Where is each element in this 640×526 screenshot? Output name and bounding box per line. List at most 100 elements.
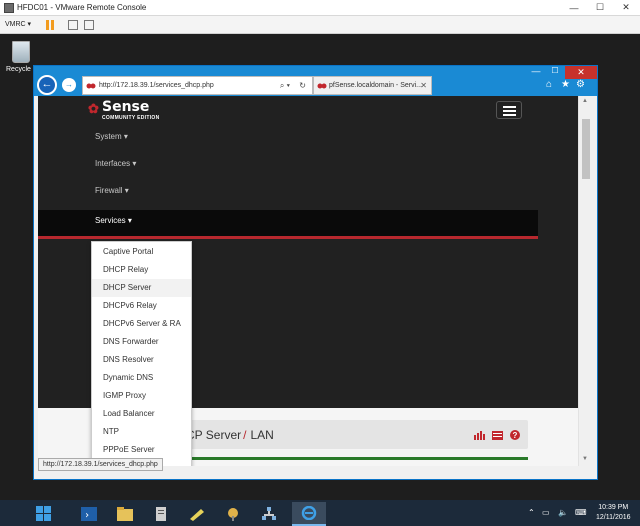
header-icons: ?: [473, 430, 520, 442]
nav-services-row: Services ▾: [38, 210, 538, 236]
settings-icon[interactable]: ⚙: [576, 79, 585, 90]
back-button[interactable]: ←: [37, 75, 57, 95]
svg-text:›: ›: [84, 510, 90, 521]
pfsense-logo-mark-icon: ✿: [88, 101, 99, 116]
favorites-icon[interactable]: ★: [561, 79, 570, 90]
nav-interfaces[interactable]: Interfaces ▾: [95, 159, 136, 168]
clock-time: 10:39 PM: [598, 504, 629, 511]
tray-keyboard-icon[interactable]: ⌨: [575, 508, 587, 517]
nav-services[interactable]: Services ▾: [95, 216, 132, 225]
status-green-bar: [138, 457, 528, 460]
powershell-icon: ›: [81, 507, 97, 521]
browser-chrome: — ☐ ✕ ← → http://172.18.39.1/services_dh…: [34, 66, 597, 96]
breadcrumb: CP Server / LAN: [186, 428, 274, 442]
nav-firewall[interactable]: Firewall ▾: [95, 186, 129, 195]
taskbar-powershell[interactable]: ›: [72, 502, 106, 526]
taskbar-file-explorer[interactable]: [108, 502, 142, 526]
taskbar-clock[interactable]: 10:39 PM 12/11/2016: [596, 503, 631, 523]
services-dropdown-menu: Captive Portal DHCP Relay DHCP Server DH…: [91, 241, 192, 466]
logo-text: Sense: [102, 99, 150, 115]
breadcrumb-services-dhcp[interactable]: CP Server: [186, 428, 241, 442]
forward-button[interactable]: →: [62, 78, 76, 92]
tray-chevron-icon[interactable]: ⌃: [528, 508, 535, 517]
menu-item-dhcpv6-relay[interactable]: DHCPv6 Relay: [92, 297, 191, 315]
page-viewport: ✿ Sense COMMUNITY EDITION System ▾ Inter…: [38, 96, 578, 466]
browser-maximize-button[interactable]: ☐: [546, 66, 564, 79]
vmrc-close-button[interactable]: ✕: [612, 0, 640, 15]
browser-close-button[interactable]: ✕: [565, 66, 597, 79]
breadcrumb-separator: /: [243, 428, 247, 442]
menu-item-dynamic-dns[interactable]: Dynamic DNS: [92, 369, 191, 387]
fullscreen-icon[interactable]: [84, 20, 94, 30]
menu-item-ntp[interactable]: NTP: [92, 423, 191, 441]
recycle-bin-shortcut[interactable]: Recycle B: [6, 41, 38, 73]
tab-title: pfSense.localdomain - Servi...: [329, 82, 422, 89]
vmrc-minimize-button[interactable]: —: [560, 0, 588, 15]
log-table-icon[interactable]: [491, 431, 503, 440]
tray-volume-icon[interactable]: 🔈: [558, 508, 568, 517]
menu-item-load-balancer[interactable]: Load Balancer: [92, 405, 191, 423]
folder-icon: [117, 507, 133, 521]
start-button-icon[interactable]: [36, 506, 52, 522]
logo-subtitle: COMMUNITY EDITION: [102, 115, 160, 121]
help-icon[interactable]: ?: [510, 430, 520, 440]
vmrc-menu-button[interactable]: VMRC ▾: [5, 20, 31, 28]
server-manager-icon: [156, 507, 166, 521]
vmrc-toolbar: VMRC ▾: [0, 16, 640, 34]
new-tab-button[interactable]: [432, 76, 454, 95]
vmrc-app-icon: [4, 3, 14, 13]
network-icon: [262, 507, 276, 520]
svg-text:?: ?: [513, 431, 518, 440]
vmrc-titlebar: HFDC01 - VMware Remote Console — ☐ ✕: [0, 0, 640, 16]
page-header-panel: CP Server / LAN ?: [138, 420, 528, 449]
recycle-bin-icon: [12, 41, 30, 63]
search-dropdown-icon[interactable]: ⌕ ▾: [280, 81, 290, 91]
internet-explorer-icon: [301, 506, 317, 520]
taskbar-network[interactable]: [252, 502, 286, 526]
taskbar-server-manager[interactable]: [144, 502, 178, 526]
clock-date: 12/11/2016: [596, 514, 631, 521]
tool-icon: [228, 508, 238, 521]
taskbar-internet-explorer[interactable]: [292, 502, 326, 526]
pfsense-favicon-icon: [86, 83, 96, 89]
menu-item-dns-resolver[interactable]: DNS Resolver: [92, 351, 191, 369]
vmrc-window-title: HFDC01 - VMware Remote Console: [17, 3, 147, 12]
home-icon[interactable]: ⌂: [546, 79, 552, 90]
tab-close-icon[interactable]: ✕: [420, 81, 427, 90]
taskbar-notes[interactable]: [180, 502, 214, 526]
recycle-bin-label: Recycle B: [6, 66, 38, 73]
browser-window: — ☐ ✕ ← → http://172.18.39.1/services_dh…: [33, 65, 598, 480]
scrollbar-thumb[interactable]: [582, 119, 590, 179]
taskbar-tool[interactable]: [216, 502, 250, 526]
address-url[interactable]: http://172.18.39.1/services_dhcp.php: [99, 82, 214, 89]
menu-item-pppoe-server[interactable]: PPPoE Server: [92, 441, 191, 459]
hamburger-menu-button[interactable]: [496, 101, 522, 119]
scroll-down-arrow-icon[interactable]: ▼: [582, 456, 588, 462]
vmrc-maximize-button[interactable]: ☐: [586, 0, 614, 15]
pfsense-navbar: ✿ Sense COMMUNITY EDITION System ▾ Inter…: [38, 96, 538, 236]
menu-item-dhcp-relay[interactable]: DHCP Relay: [92, 261, 191, 279]
address-bar[interactable]: http://172.18.39.1/services_dhcp.php ⌕ ▾…: [82, 76, 313, 95]
breadcrumb-lan: LAN: [250, 428, 274, 442]
vertical-scrollbar[interactable]: ▲ ▼: [578, 96, 593, 466]
nav-system[interactable]: System ▾: [95, 132, 128, 141]
navbar-red-underline: [38, 236, 538, 239]
notepad-icon: [190, 509, 204, 521]
taskbar: › ⌃ ▭ 🔈 ⌨ 10:39 PM 12/11/2016: [0, 500, 640, 526]
pause-icon[interactable]: [46, 20, 55, 30]
status-bar-url: http://172.18.39.1/services_dhcp.php: [38, 458, 163, 471]
tab-pfsense[interactable]: pfSense.localdomain - Servi... ✕: [313, 76, 432, 95]
send-ctrl-alt-del-icon[interactable]: [68, 20, 78, 30]
pfsense-logo[interactable]: ✿ Sense COMMUNITY EDITION: [88, 99, 178, 123]
menu-item-dhcpv6-server[interactable]: DHCPv6 Server & RA: [92, 315, 191, 333]
menu-item-dhcp-server[interactable]: DHCP Server: [92, 279, 191, 297]
menu-item-captive-portal[interactable]: Captive Portal: [92, 243, 191, 261]
chart-icon[interactable]: [473, 431, 485, 440]
menu-item-igmp-proxy[interactable]: IGMP Proxy: [92, 387, 191, 405]
tab-favicon-icon: [317, 83, 327, 89]
tray-network-icon[interactable]: ▭: [542, 508, 550, 517]
browser-minimize-button[interactable]: —: [527, 66, 545, 79]
refresh-icon[interactable]: ↻: [299, 81, 306, 90]
menu-item-dns-forwarder[interactable]: DNS Forwarder: [92, 333, 191, 351]
scroll-up-arrow-icon[interactable]: ▲: [582, 98, 588, 104]
